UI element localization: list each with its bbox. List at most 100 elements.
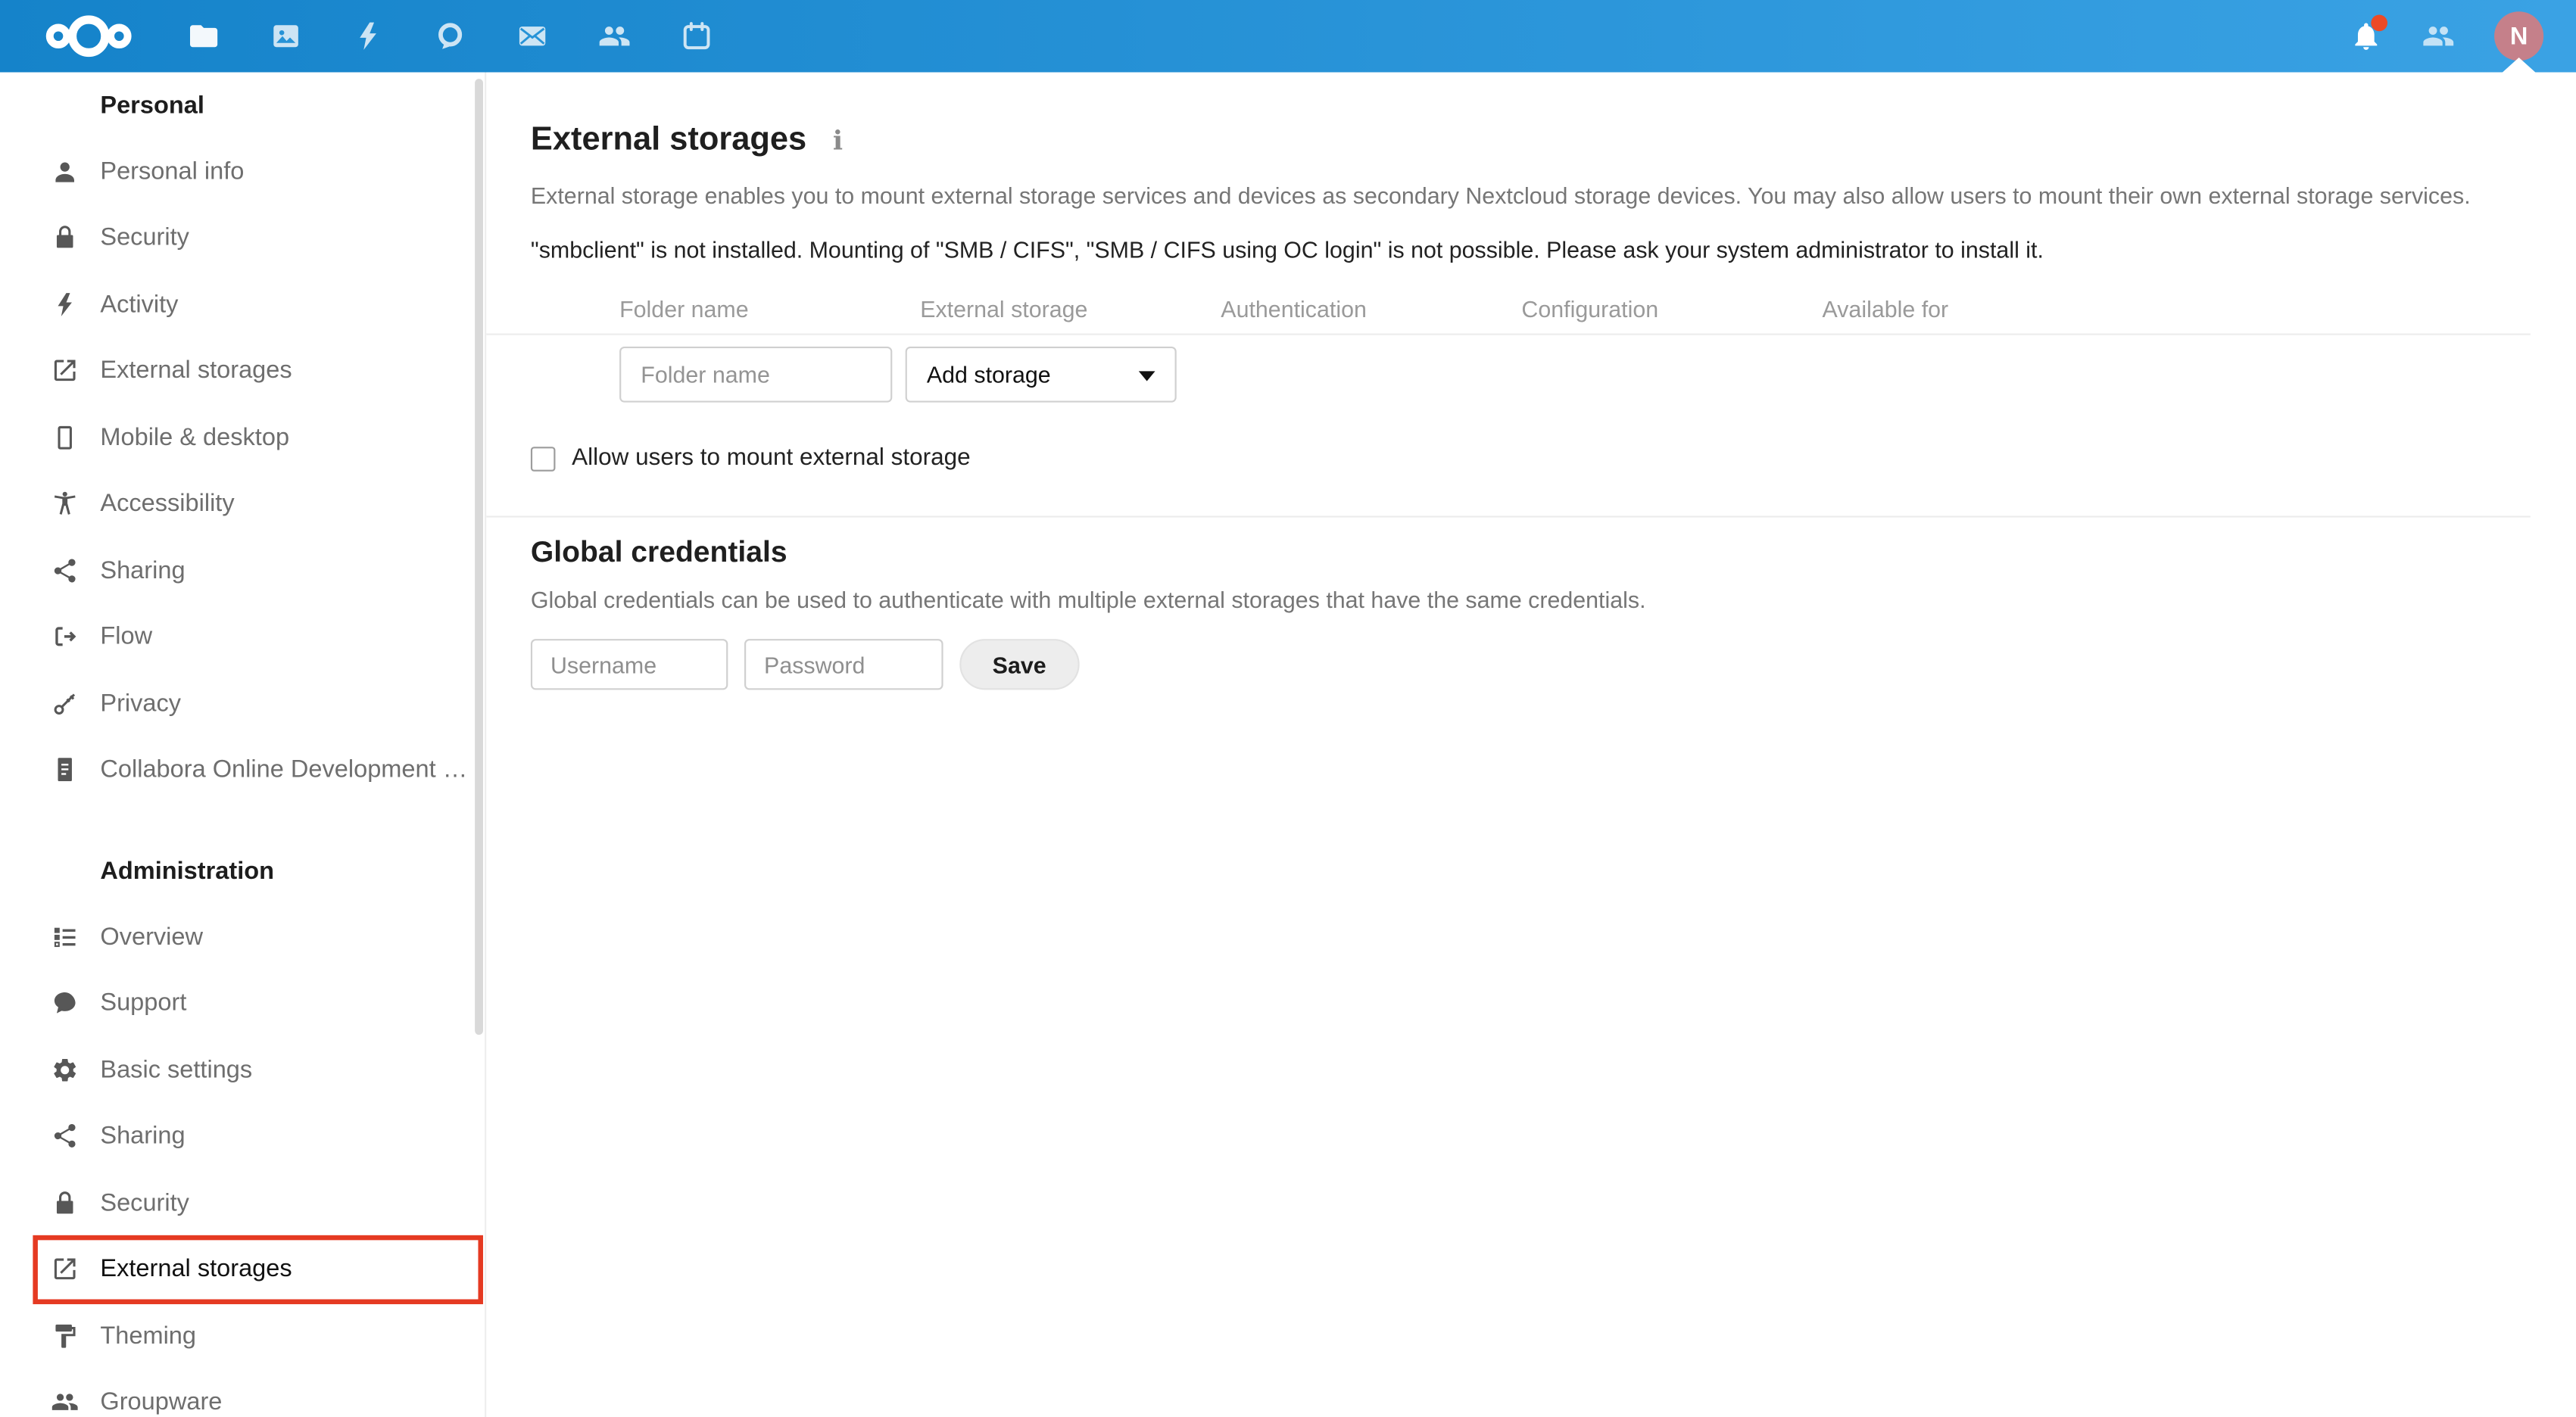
mobile-icon xyxy=(51,423,79,451)
lightning-icon xyxy=(51,291,79,319)
add-storage-select[interactable]: Add storage xyxy=(905,346,1177,403)
sidebar-item-label: Accessibility xyxy=(100,490,235,519)
accessibility-icon xyxy=(51,490,79,518)
column-external-storage: External storage xyxy=(920,295,1088,322)
sidebar-item-label: Sharing xyxy=(100,556,186,584)
save-button[interactable]: Save xyxy=(959,639,1080,690)
top-bar-right: N xyxy=(2350,11,2544,61)
sidebar-item-security-personal[interactable]: Security xyxy=(0,204,485,271)
column-folder-name: Folder name xyxy=(619,295,749,322)
sidebar-item-sharing-admin[interactable]: Sharing xyxy=(0,1103,485,1169)
contacts-icon[interactable] xyxy=(598,20,631,52)
contacts-menu-icon[interactable] xyxy=(2422,20,2455,52)
folder-name-input[interactable] xyxy=(619,346,893,403)
sidebar-item-overview[interactable]: Overview xyxy=(0,904,485,970)
key-icon xyxy=(51,690,79,718)
settings-menu-caret xyxy=(2502,57,2536,73)
sidebar-item-label: Mobile & desktop xyxy=(100,423,290,452)
sidebar-item-activity[interactable]: Activity xyxy=(0,271,485,338)
sidebar-item-label: Activity xyxy=(100,290,179,319)
column-authentication: Authentication xyxy=(1221,295,1367,322)
sidebar-item-external-storages-personal[interactable]: External storages xyxy=(0,338,485,404)
settings-sidebar: Personal Personal info Security Activity… xyxy=(0,72,487,1417)
sidebar-item-label: Security xyxy=(100,1188,189,1217)
sidebar-item-label: Collabora Online Development Edit… xyxy=(100,755,470,784)
info-icon[interactable]: i xyxy=(833,125,843,156)
notification-dot xyxy=(2371,14,2388,32)
sidebar-item-groupware[interactable]: Groupware xyxy=(0,1369,485,1417)
sidebar-item-accessibility[interactable]: Accessibility xyxy=(0,471,485,537)
people-icon xyxy=(51,1388,79,1416)
sidebar-item-label: Personal info xyxy=(100,157,245,185)
gear-icon xyxy=(51,1056,79,1084)
smbclient-warning: "smbclient" is not installed. Mounting o… xyxy=(530,236,2044,263)
sidebar-item-label: Basic settings xyxy=(100,1055,253,1084)
sidebar-heading-administration: Administration xyxy=(100,856,275,885)
sidebar-item-collabora[interactable]: Collabora Online Development Edit… xyxy=(0,737,485,803)
lock-icon xyxy=(51,224,79,252)
share-icon xyxy=(51,556,79,584)
sidebar-item-support[interactable]: Support xyxy=(0,970,485,1036)
sidebar-item-mobile-desktop[interactable]: Mobile & desktop xyxy=(0,404,485,471)
sidebar-item-label: Flow xyxy=(100,622,153,651)
photos-icon[interactable] xyxy=(270,20,302,52)
global-credentials-form: Save xyxy=(530,639,2531,690)
avatar[interactable]: N xyxy=(2494,11,2544,61)
lightning-icon[interactable] xyxy=(351,20,384,52)
top-bar: N xyxy=(0,0,2576,73)
talk-icon[interactable] xyxy=(434,20,466,52)
sidebar-item-label: Support xyxy=(100,989,187,1017)
mail-icon[interactable] xyxy=(516,20,548,52)
share-icon xyxy=(51,1123,79,1151)
sidebar-item-flow[interactable]: Flow xyxy=(0,603,485,670)
lock-icon xyxy=(51,1189,79,1217)
user-icon xyxy=(51,157,79,185)
sidebar-item-label: External storages xyxy=(100,357,292,385)
allow-mount-label: Allow users to mount external storage xyxy=(572,445,971,472)
global-credentials-title: Global credentials xyxy=(530,535,787,568)
sidebar-item-label: Security xyxy=(100,223,189,252)
comment-icon xyxy=(51,989,79,1017)
sidebar-item-label: Privacy xyxy=(100,689,182,718)
external-storage-description: External storage enables you to mount ex… xyxy=(530,182,2471,209)
nextcloud-logo[interactable] xyxy=(42,10,135,62)
sidebar-item-label: External storages xyxy=(100,1255,292,1284)
external-link-icon xyxy=(51,1255,79,1283)
add-storage-select-value: Add storage xyxy=(926,361,1051,388)
section-divider xyxy=(486,515,2531,518)
allow-mount-row: Allow users to mount external storage xyxy=(530,445,2531,472)
sidebar-heading-personal: Personal xyxy=(100,91,204,120)
storage-table-header: Folder name External storage Authenticat… xyxy=(486,295,2531,335)
username-field[interactable] xyxy=(530,639,728,690)
nextcloud-logo-icon xyxy=(45,15,132,58)
allow-mount-checkbox[interactable] xyxy=(530,446,556,471)
column-configuration: Configuration xyxy=(1521,295,1659,322)
sidebar-scrollbar[interactable] xyxy=(475,79,483,1036)
list-icon xyxy=(51,923,79,951)
page-title: External storages xyxy=(530,121,807,158)
sidebar-item-label: Groupware xyxy=(100,1388,223,1417)
document-icon xyxy=(51,756,79,784)
main-content: External storages i External storage ena… xyxy=(486,72,2576,1417)
chevron-down-icon xyxy=(1138,371,1155,382)
column-available-for: Available for xyxy=(1822,295,1949,322)
global-credentials-description: Global credentials can be used to authen… xyxy=(530,586,1646,613)
sidebar-item-sharing-personal[interactable]: Sharing xyxy=(0,537,485,604)
app-navigation xyxy=(187,20,713,52)
sidebar-item-label: Theming xyxy=(100,1322,197,1350)
sidebar-item-label: Overview xyxy=(100,922,204,951)
sidebar-item-security-admin[interactable]: Security xyxy=(0,1169,485,1236)
sidebar-item-external-storages-admin[interactable]: External storages xyxy=(0,1234,485,1304)
folder-icon[interactable] xyxy=(187,20,220,52)
nextcloud-settings-page: N Personal Personal info Security Activi… xyxy=(0,0,2576,1417)
password-field[interactable] xyxy=(744,639,943,690)
sidebar-item-basic-settings[interactable]: Basic settings xyxy=(0,1036,485,1103)
external-link-icon xyxy=(51,357,79,385)
new-storage-row: Add storage xyxy=(531,346,2531,403)
sidebar-item-theming[interactable]: Theming xyxy=(0,1303,485,1369)
sidebar-item-personal-info[interactable]: Personal info xyxy=(0,138,485,204)
sidebar-item-privacy[interactable]: Privacy xyxy=(0,670,485,737)
sidebar-item-label: Sharing xyxy=(100,1122,186,1151)
calendar-icon[interactable] xyxy=(680,20,713,52)
bell-icon[interactable] xyxy=(2350,14,2388,52)
